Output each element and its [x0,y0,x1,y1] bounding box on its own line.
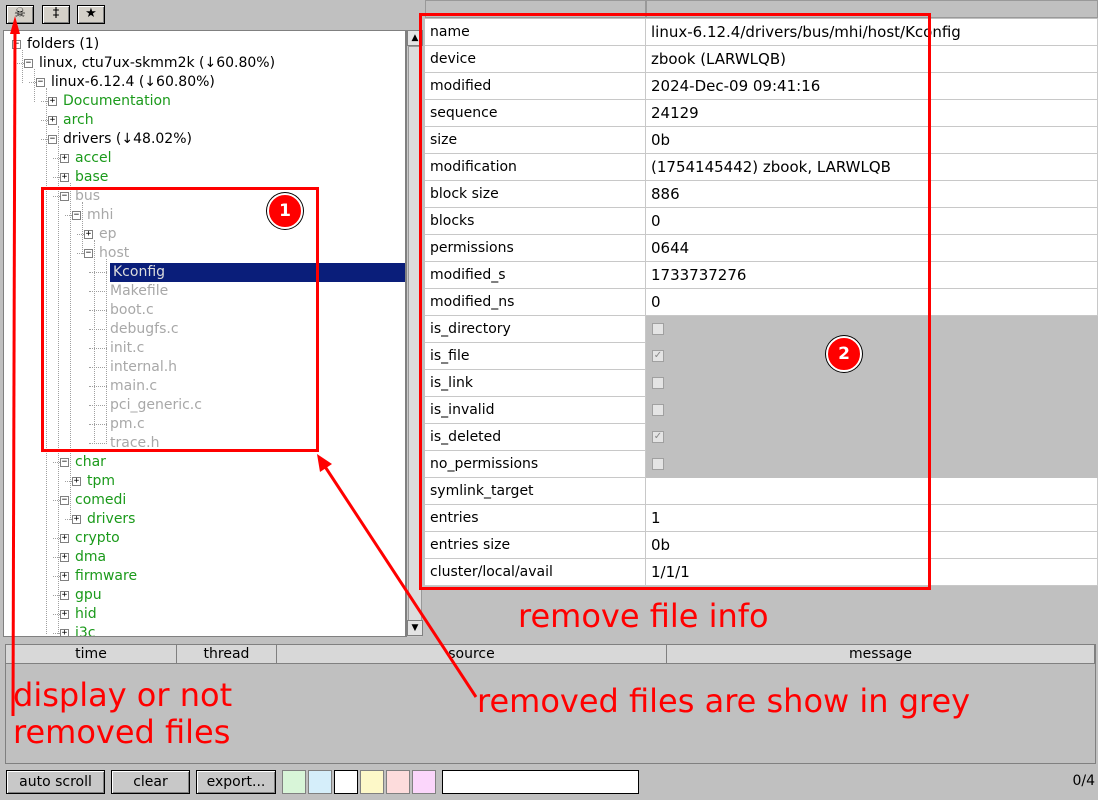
arrow-to-toggle-button [11,23,17,717]
arrowhead-grey-files-icon [317,454,332,472]
arrow-to-grey-files [320,461,478,698]
arrowhead-toolbar-icon [10,16,20,34]
annotation-arrows [10,16,478,717]
